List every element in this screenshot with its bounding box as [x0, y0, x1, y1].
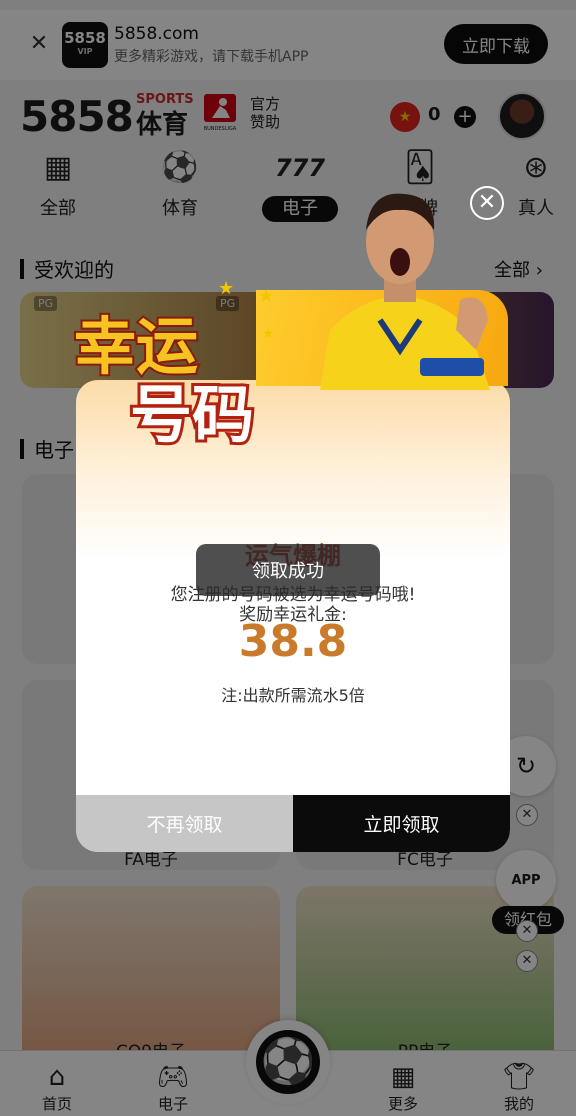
reward-note: 注:出款所需流水5倍: [221, 686, 365, 705]
title-art-line-2: 号码: [130, 378, 254, 450]
title-art-line-1: 幸运: [74, 310, 198, 383]
lucky-number-title-art: 幸运 号码: [72, 308, 257, 450]
app-page: ✕ 5858 VIP 5858.com 更多精彩游戏，请下载手机APP 立即下载…: [0, 0, 576, 1116]
close-modal-icon[interactable]: ✕: [470, 186, 504, 220]
reward-amount: 38.8: [238, 616, 348, 667]
claim-button[interactable]: 立即领取: [293, 795, 510, 852]
player-illustration: [320, 193, 490, 390]
decline-button[interactable]: 不再领取: [76, 795, 293, 852]
star-icon: ★: [218, 278, 235, 299]
success-toast: 领取成功: [196, 544, 380, 596]
